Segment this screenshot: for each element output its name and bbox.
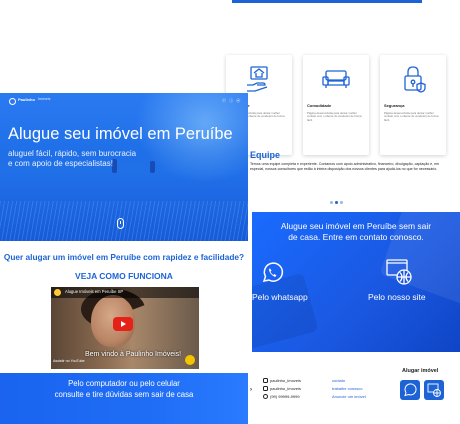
watch-on-youtube[interactable]: Assistir no YouTube (53, 359, 85, 363)
logo-icon[interactable] (9, 98, 16, 105)
contact-heading: Alugue seu imóvel em Peruíbe sem sair de… (252, 221, 460, 243)
contact-heading-line2: de casa. Entre em contato conosco. (288, 232, 424, 242)
whatsapp-icon[interactable] (259, 260, 285, 286)
logo-subtext[interactable]: Imóveis (38, 97, 50, 101)
footer-link-contato[interactable]: contato (332, 378, 345, 383)
contact-heading-line1: Alugue seu imóvel em Peruíbe sem sair (280, 221, 432, 231)
bottom-cta-line2: consulte e tire dúvidas sem sair de casa (54, 389, 194, 399)
website-globe-icon (427, 383, 441, 397)
feature-card-comodidade: Comodidade Página desenvolvida para deix… (303, 55, 369, 155)
top-accent-line (232, 0, 422, 3)
alugar-imovel-title: Alugar imóvel (402, 368, 439, 374)
facebook-icon (263, 386, 268, 392)
feature-description: Página desenvolvida para deixar melhor c… (307, 111, 362, 122)
channel-avatar[interactable] (54, 289, 61, 296)
video-caption: Bem vindo à Paulinho Imóveis! (85, 351, 182, 358)
feature-title: Comodidade (307, 103, 332, 108)
bottom-cta-line1: Pelo computador ou pelo celular (68, 379, 180, 388)
veja-como-funciona: VEJA COMO FUNCIONA (75, 271, 173, 281)
video-title[interactable]: Alugue Imóveis em Peruíbe SP (65, 289, 123, 294)
hand-house-icon (247, 66, 268, 92)
footer: › paulinho_imoveis paulinho_imoveis (99)… (250, 360, 460, 424)
bottom-cta-band: Pelo computador ou pelo celular consulte… (0, 373, 248, 424)
footer-instagram[interactable]: paulinho_imoveis (263, 378, 301, 384)
carousel-dot[interactable] (330, 201, 333, 204)
site-label[interactable]: Pelo nosso site (368, 292, 426, 302)
instagram-icon (263, 378, 268, 384)
phone-number[interactable]: (99) 99999-9999 (270, 394, 300, 399)
team-title: Equipe (250, 150, 281, 160)
footer-link-trabalhe[interactable]: trabalhe conosco (332, 386, 362, 391)
alugar-site-button[interactable] (424, 380, 444, 400)
whatsapp-label[interactable]: Pelo whatsapp (252, 292, 308, 302)
social-icons[interactable]: ⓕ ⓘ ⓦ (222, 98, 241, 104)
facebook-handle[interactable]: paulinho_imoveis (270, 386, 301, 391)
sofa-icon (322, 70, 350, 88)
channel-badge-icon (185, 355, 195, 365)
feature-description: Página desenvolvida para deixar melhor c… (384, 111, 439, 122)
logo-text[interactable]: Paulinho (18, 97, 35, 102)
carousel-dot[interactable] (340, 201, 343, 204)
hero-subtitle-line2: e com apoio de especialistas! (8, 159, 113, 168)
whatsapp-small-icon (263, 394, 268, 400)
hero-banner: Paulinho Imóveis ⓕ ⓘ ⓦ Alugue seu imóvel… (0, 93, 248, 241)
carousel-dot-active[interactable] (335, 201, 338, 204)
whatsapp-icon (404, 383, 417, 397)
chevron-right-icon: › (250, 387, 252, 393)
scroll-mouse-icon[interactable] (117, 218, 124, 229)
footer-phone[interactable]: (99) 99999-9999 (263, 394, 300, 400)
instagram-handle[interactable]: paulinho_imoveis (270, 378, 301, 383)
feature-card-seguranca: Segurança Página desenvolvida para deixa… (380, 55, 446, 155)
hero-grass (0, 201, 248, 241)
play-icon (121, 321, 126, 327)
contact-section: Alugue seu imóvel em Peruíbe sem sair de… (252, 212, 460, 352)
team-description: Temos uma equipe completa e experiente. … (250, 162, 440, 171)
padlock-shield-icon (404, 66, 426, 93)
footer-facebook[interactable]: paulinho_imoveis (263, 386, 301, 392)
hero-subtitle: aluguel fácil, rápido, sem burocracia e … (8, 149, 208, 169)
feature-title: Segurança (384, 103, 405, 108)
video-player[interactable]: Alugue Imóveis em Peruíbe SP Bem vindo à… (51, 287, 199, 369)
intro-question: Quer alugar um imóvel em Peruíbe com rap… (3, 252, 245, 262)
play-button[interactable] (113, 317, 133, 331)
website-globe-icon[interactable] (384, 257, 414, 287)
hero-title: Alugue seu imóvel em Peruíbe (8, 125, 233, 143)
footer-link-anuncie[interactable]: Anuncie um imóvel (332, 394, 366, 399)
hero-subtitle-line1: aluguel fácil, rápido, sem burocracia (8, 149, 137, 158)
alugar-whatsapp-button[interactable] (400, 380, 420, 400)
bottom-cta-text: Pelo computador ou pelo celular consulte… (0, 379, 248, 400)
